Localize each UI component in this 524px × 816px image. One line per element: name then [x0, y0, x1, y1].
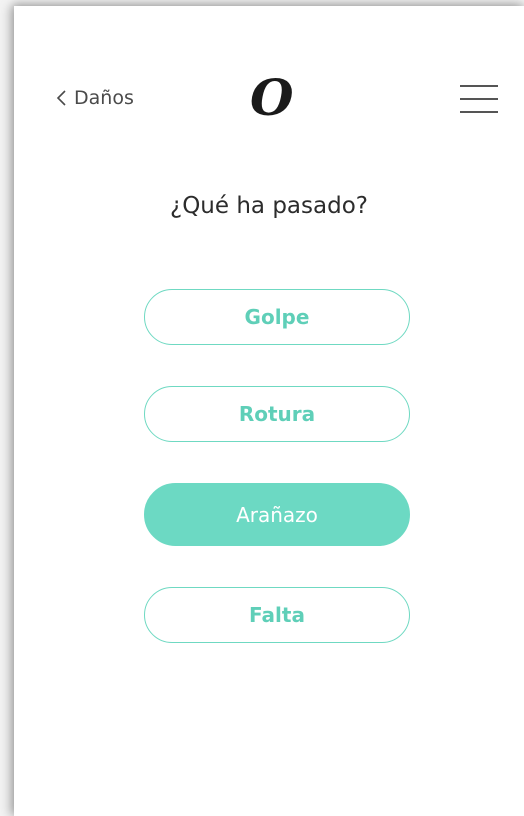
option-aranazo-button[interactable]: Arañazo: [144, 483, 410, 546]
options-list: Golpe Rotura Arañazo Falta: [144, 289, 410, 684]
app-logo: O: [250, 68, 294, 127]
chevron-left-icon: [56, 90, 66, 106]
page-title: ¿Qué ha pasado?: [170, 193, 368, 219]
menu-line: [460, 111, 498, 113]
option-golpe-button[interactable]: Golpe: [144, 289, 410, 345]
option-falta-button[interactable]: Falta: [144, 587, 410, 643]
app-screen: Daños O ¿Qué ha pasado? Golpe Rotura Ara…: [14, 6, 524, 816]
menu-line: [460, 85, 498, 87]
option-rotura-button[interactable]: Rotura: [144, 386, 410, 442]
back-button[interactable]: Daños: [54, 86, 134, 110]
back-label: Daños: [74, 87, 134, 109]
hamburger-menu-icon[interactable]: [460, 85, 498, 113]
menu-line: [460, 98, 498, 100]
